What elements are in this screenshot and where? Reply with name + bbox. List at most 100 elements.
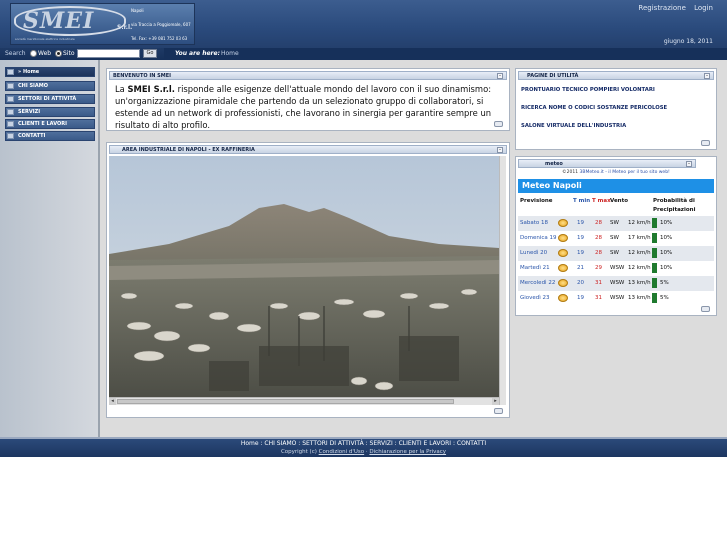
radio-web-label: Web <box>38 50 52 57</box>
meteo-wind-speed: 17 km/h <box>628 235 651 241</box>
sun-cloud-icon <box>558 249 568 257</box>
sun-cloud-icon <box>558 264 568 272</box>
scroll-right-icon[interactable]: ▸ <box>492 398 499 405</box>
panel-title: AREA INDUSTRIALE DI NAPOLI - EX RAFFINER… <box>122 147 255 153</box>
meteo-prob: 10% <box>660 235 673 241</box>
meteo-header-prob: Probabilità di Precipitazioni <box>653 198 696 213</box>
meteo-header-tmin: T min <box>573 198 591 204</box>
meteo-day: Sabato 18 <box>520 220 548 226</box>
meteo-wind-dir: WSW <box>610 295 625 301</box>
minimize-button[interactable]: – <box>686 161 692 167</box>
meteo-tmin: 19 <box>577 220 584 226</box>
meteo-prob: 10% <box>660 250 673 256</box>
panel-header: meteo – <box>518 159 696 168</box>
meteo-tmax: 31 <box>595 280 602 286</box>
meteo-row: Domenica 19 19 28 SW 17 km/h 10% <box>518 231 714 246</box>
meteo-prob: 5% <box>660 295 669 301</box>
meteo-credit-link[interactable]: 3BMeteo.it - il Meteo per il tuo sito we… <box>580 170 670 175</box>
meteo-row: Sabato 18 19 28 SW 12 km/h 10% <box>518 216 714 231</box>
sun-cloud-icon <box>558 234 568 242</box>
sidebar-item-contatti[interactable]: CONTATTI <box>5 131 95 141</box>
precipitation-bar <box>652 293 657 303</box>
precipitation-bar <box>652 278 657 288</box>
meteo-prob: 5% <box>660 280 669 286</box>
sidebar-item-label: CHI SIAMO <box>18 83 49 89</box>
meteo-prob: 10% <box>660 220 673 226</box>
vertical-scrollbar[interactable] <box>499 156 506 405</box>
minimize-button[interactable]: – <box>497 73 503 79</box>
radio-sito-label: Sito <box>63 50 75 57</box>
meteo-credit: ©2011 3BMeteo.it - il Meteo per il tuo s… <box>516 170 716 175</box>
meteo-wind-dir: SW <box>610 220 619 226</box>
meteo-tmin: 19 <box>577 235 584 241</box>
address-city: Napoli <box>131 8 144 13</box>
meteo-day: Lunedì 20 <box>520 250 548 256</box>
minimize-button[interactable]: – <box>497 147 503 153</box>
meteo-row: Lunedì 20 19 28 SW 12 km/h 10% <box>518 246 714 261</box>
meteo-day: Domenica 19 <box>520 235 557 241</box>
meteo-panel: meteo – ©2011 3BMeteo.it - il Meteo per … <box>515 156 717 316</box>
address-street: via Traccia a Poggioreale, 607 <box>131 22 191 27</box>
sidebar-item-settori[interactable]: SETTORI DI ATTIVITÀ <box>5 94 95 104</box>
breadcrumb-bar <box>164 48 727 60</box>
radio-web[interactable] <box>30 50 37 57</box>
scrollbar-thumb[interactable] <box>117 399 454 404</box>
meteo-tmax: 29 <box>595 265 602 271</box>
meteo-city: Meteo Napoli <box>522 181 582 190</box>
print-icon[interactable] <box>494 408 503 414</box>
meteo-wind-speed: 13 km/h <box>628 295 651 301</box>
panel-header: AREA INDUSTRIALE DI NAPOLI - EX RAFFINER… <box>109 145 507 154</box>
sidebar-item-chi-siamo[interactable]: CHI SIAMO <box>5 81 95 91</box>
meteo-tmax: 28 <box>595 235 602 241</box>
breadcrumb-label: You are here: <box>175 50 220 57</box>
meteo-wind-speed: 12 km/h <box>628 265 651 271</box>
footer-nav[interactable]: Home : CHI SIAMO : SETTORI DI ATTIVITÀ :… <box>0 440 727 447</box>
meteo-day: Mercoledì 22 <box>520 280 556 286</box>
refinery-photo-drawing <box>109 156 499 397</box>
welcome-text: La SMEI S.r.l. risponde alle esigenze de… <box>115 83 500 131</box>
sidebar-item-label: SETTORI DI ATTIVITÀ <box>18 96 77 102</box>
footer: Home : CHI SIAMO : SETTORI DI ATTIVITÀ :… <box>0 437 727 457</box>
meteo-row: Mercoledì 22 20 31 WSW 13 km/h 5% <box>518 276 714 291</box>
search-go-button[interactable]: Go <box>143 49 157 58</box>
breadcrumb-home-link[interactable]: Home <box>221 50 239 57</box>
sidebar-item-label: » Home <box>18 69 40 75</box>
utility-link-sostanze[interactable]: RICERCA NOME O CODICI SOSTANZE PERICOLOS… <box>521 105 667 111</box>
meteo-day: Giovedì 23 <box>520 295 550 301</box>
horizontal-scrollbar[interactable]: ◂ ▸ <box>109 397 499 405</box>
search-input[interactable] <box>77 49 140 58</box>
sidebar-item-servizi[interactable]: SERVIZI <box>5 107 95 117</box>
meteo-wind-speed: 13 km/h <box>628 280 651 286</box>
login-link[interactable]: Login <box>694 4 713 12</box>
register-link[interactable]: Registrazione <box>638 4 685 12</box>
meteo-tmin: 19 <box>577 295 584 301</box>
sidebar-item-clienti[interactable]: CLIENTI E LAVORI <box>5 119 95 129</box>
meteo-tmin: 19 <box>577 250 584 256</box>
area-panel: AREA INDUSTRIALE DI NAPOLI - EX RAFFINER… <box>106 142 510 418</box>
company-name: SMEI S.r.l. <box>127 84 175 94</box>
sidebar-item-label: SERVIZI <box>18 109 41 115</box>
sidebar: » Home CHI SIAMO SETTORI DI ATTIVITÀ SER… <box>0 60 100 437</box>
minimize-button[interactable]: – <box>704 73 710 79</box>
scroll-left-icon[interactable]: ◂ <box>109 398 116 405</box>
panel-header: PAGINE DI UTILITÀ – <box>518 71 714 80</box>
print-icon[interactable] <box>494 121 503 127</box>
radio-sito[interactable] <box>55 50 62 57</box>
sidebar-item-label: CONTATTI <box>18 133 46 139</box>
privacy-link[interactable]: Dichiarazione per la Privacy <box>369 449 446 455</box>
current-date: giugno 18, 2011 <box>663 38 713 45</box>
print-icon[interactable] <box>701 306 710 312</box>
utility-link-prontuario[interactable]: PRONTUARIO TECNICO POMPIERI VOLONTARI <box>521 87 655 93</box>
meteo-header-forecast: Previsione <box>520 198 553 204</box>
search-bar: Search Web Sito Go You are here: Home <box>0 48 727 60</box>
meteo-city-bar: Meteo Napoli <box>518 179 714 193</box>
utility-link-salone[interactable]: SALONE VIRTUALE DELL'INDUSTRIA <box>521 123 626 129</box>
print-icon[interactable] <box>701 140 710 146</box>
smei-logo[interactable]: SMEI S.r.l. società meridionale elettric… <box>10 3 195 45</box>
copyright-text: Copyright (c) <box>280 449 317 455</box>
panel-title: BENVENUTO IN SMEI <box>113 73 171 79</box>
terms-link[interactable]: Condizioni d'Uso <box>319 449 365 455</box>
sun-icon <box>558 279 568 287</box>
sidebar-item-home[interactable]: » Home <box>5 67 95 77</box>
meteo-prob: 10% <box>660 265 673 271</box>
